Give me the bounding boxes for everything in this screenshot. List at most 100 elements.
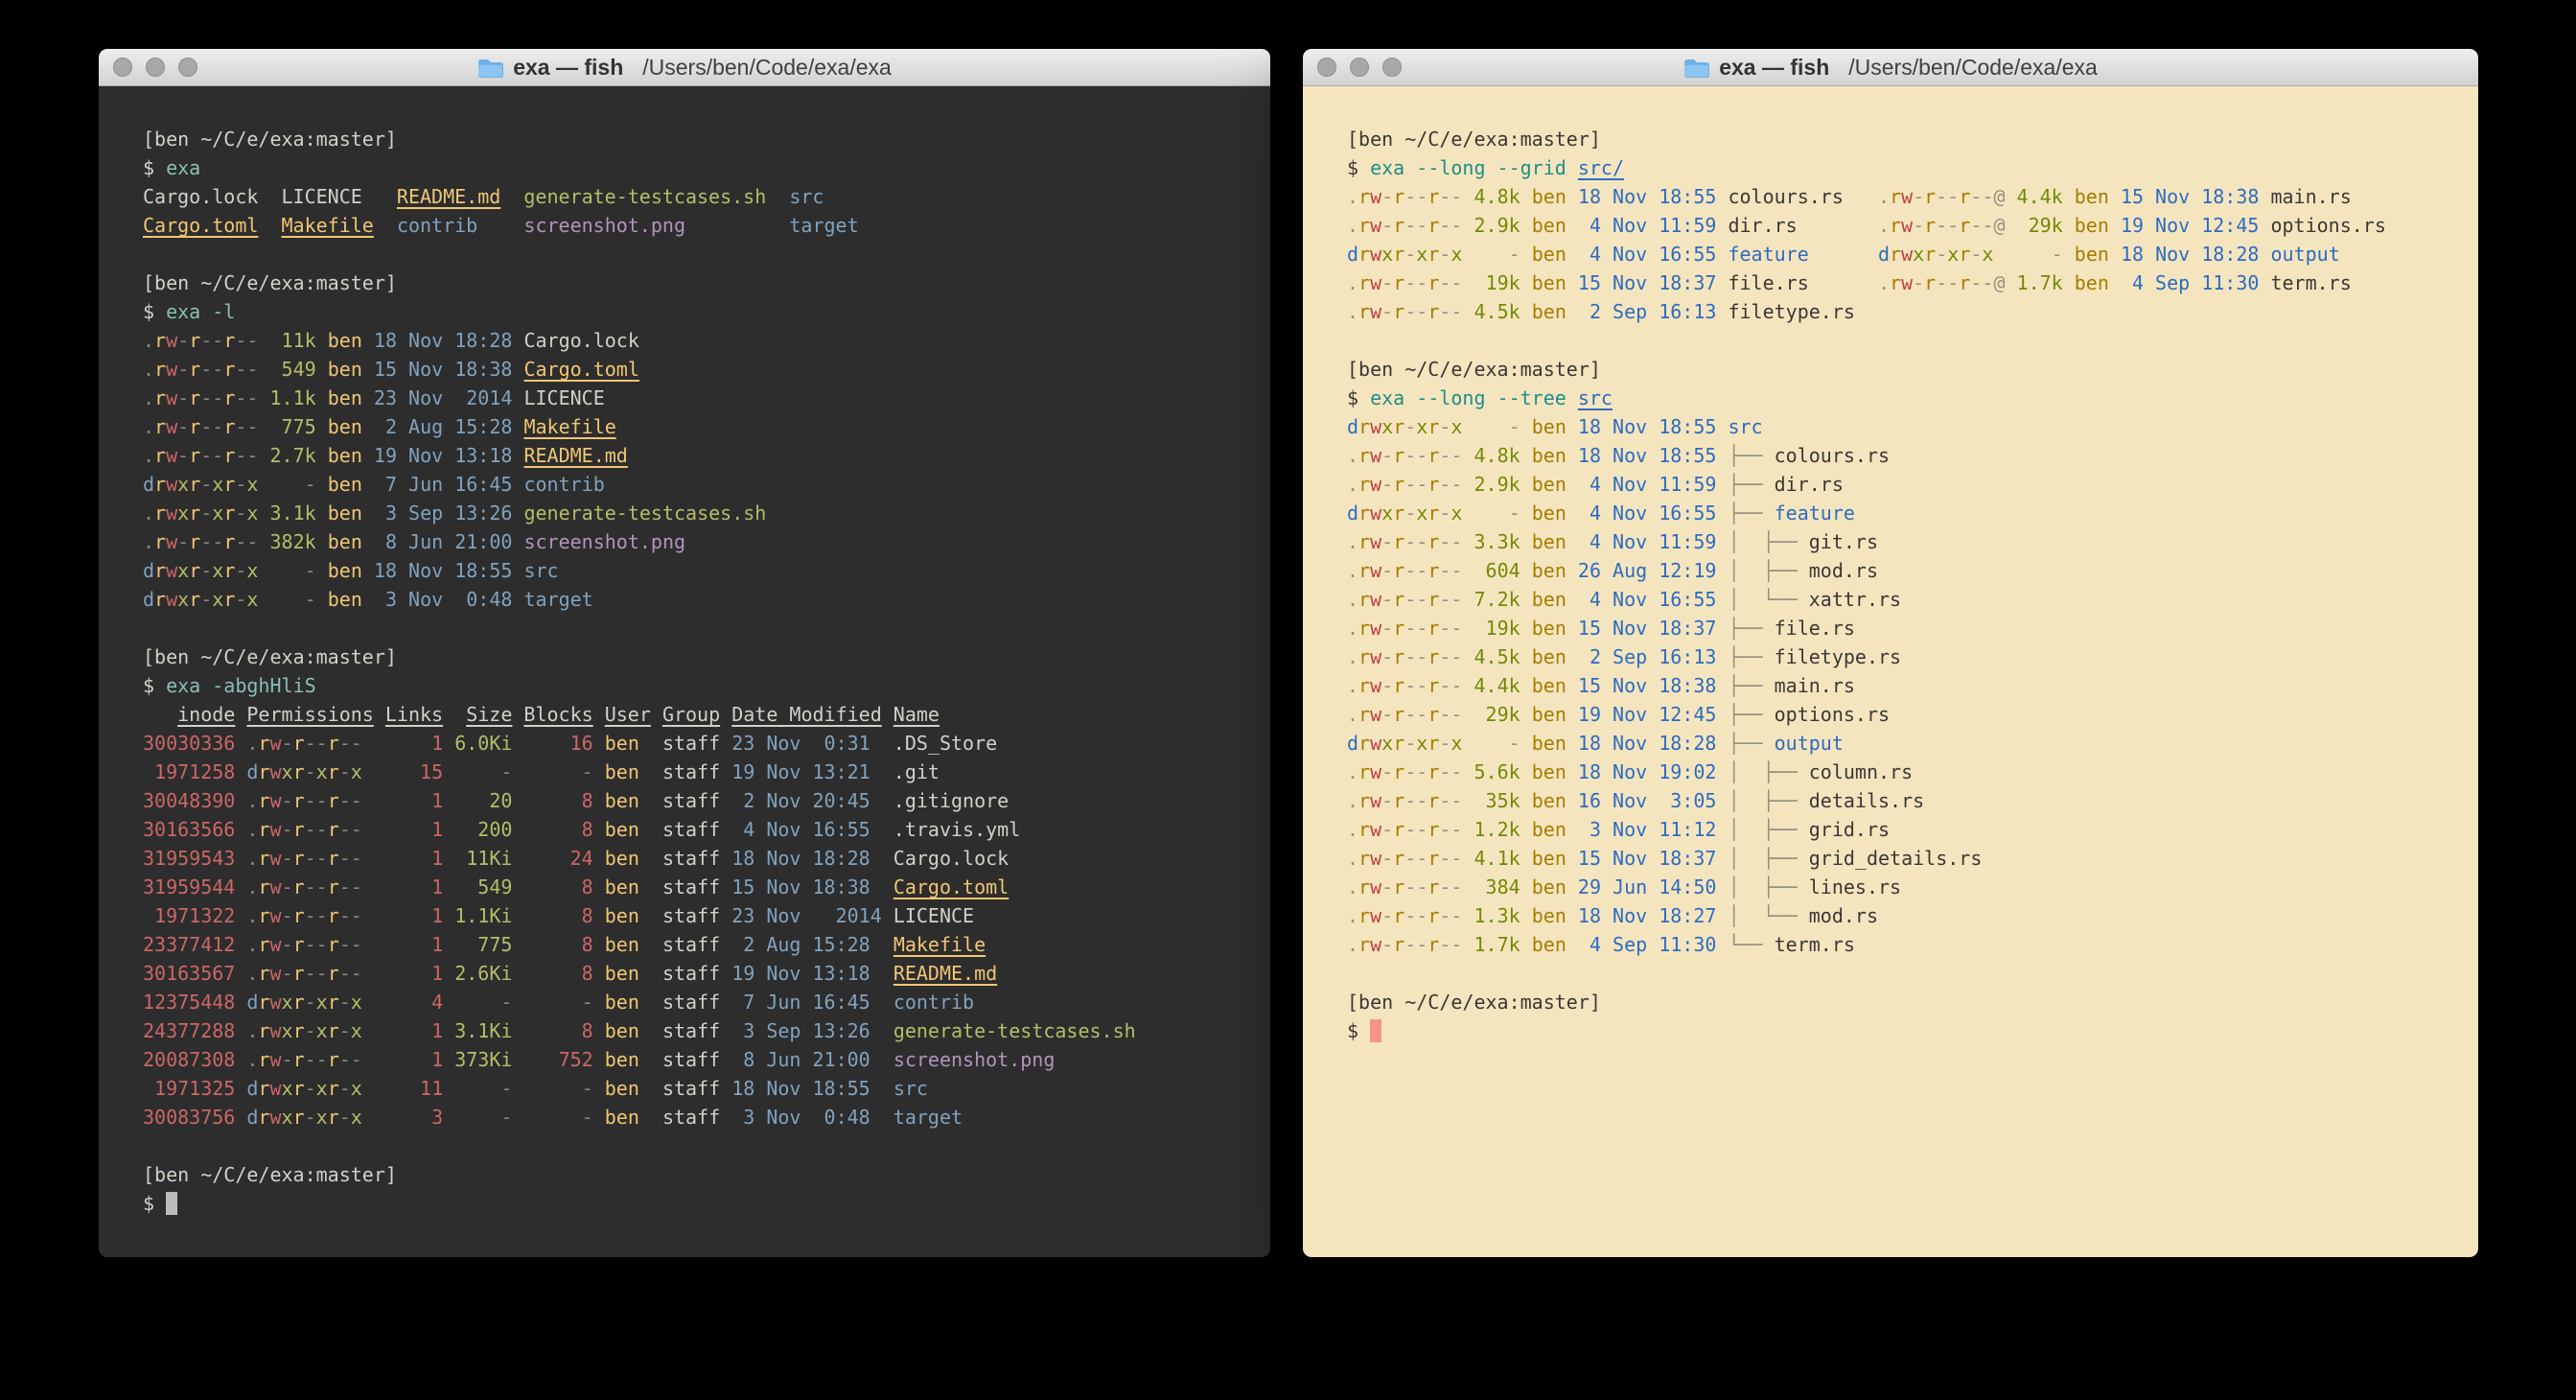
zoom-button[interactable] [1382,58,1402,77]
terminal-text-segment: 1.2k [1474,818,1520,841]
terminal-text-segment [235,991,246,1014]
permission-char: w [269,1019,281,1042]
permission-char: w [1370,760,1381,783]
permission-char: - [1381,444,1393,467]
terminal-text-segment: ├── [1728,674,1774,697]
permission-char: - [1450,559,1462,582]
terminal-text-segment: Cargo.toml [893,875,1009,898]
permission-char: . [246,732,258,755]
terminal-text-segment [512,847,523,870]
permission-char: r [154,588,166,611]
permission-char: w [1370,559,1381,582]
permission-char: - [1450,847,1462,870]
permission-char: w [1901,243,1913,266]
permission-char: - [1439,444,1450,467]
terminal-text-segment: ben [605,760,639,783]
terminal-text-segment: ben [605,1019,639,1042]
permission-char: w [166,559,177,582]
permission-char: d [143,559,154,582]
terminal-text-segment: ben [605,875,639,898]
permission-char: . [1347,875,1358,898]
terminal-text-segment [512,559,523,582]
terminal-text-segment: Cargo.lock [512,329,638,352]
permission-char: w [269,904,281,927]
permission-char: - [351,732,362,755]
permission-char: - [351,904,362,927]
permission-char: w [1901,185,1913,208]
terminal-text-segment: 4.5k [1474,300,1520,323]
permission-char: - [235,559,246,582]
permission-char: - [1913,214,1924,237]
permission-char: - [316,1048,328,1071]
terminal-text-segment: 24 [523,847,592,870]
terminal-text-segment: ben [605,933,639,956]
permission-char: w [1370,617,1381,640]
terminal-text-segment: 1 [385,1019,443,1042]
permission-char: r [1890,243,1901,266]
terminal-text-segment: 4 Sep 11:30 [2121,271,2260,294]
terminal-text-segment: User [605,703,651,726]
terminal-text-segment: 19 Nov 13:21 [731,760,870,783]
permission-char: - [235,473,246,496]
close-button[interactable] [1317,58,1336,77]
terminal-line: $ [143,1189,1270,1218]
terminal-text-segment [512,415,523,438]
terminal-text-segment: Cargo.toml [523,358,638,381]
permission-char: - [1439,185,1450,208]
terminal-text-segment: 26 Aug 12:19 [1578,559,1717,582]
permission-char: . [1347,473,1358,496]
permission-char: r [154,444,166,467]
permission-char: - [305,904,316,927]
terminal-text-segment [1566,904,1578,927]
titlebar-right[interactable]: exa — fish /Users/ben/Code/exa/exa [1303,49,2478,86]
close-button[interactable] [113,58,132,77]
minimize-button[interactable] [146,58,165,77]
permission-char: - [351,933,362,956]
terminal-screen-right[interactable]: [ben ~/C/e/exa:master]$ exa --long --gri… [1303,86,2478,1257]
terminal-line: .rw-r--r-- 2.7k ben 19 Nov 13:18 README.… [143,441,1270,470]
titlebar-left[interactable]: exa — fish /Users/ben/Code/exa/exa [99,49,1270,86]
terminal-text-segment: - [1474,502,1520,525]
terminal-text-segment [443,847,454,870]
terminal-text-segment [443,991,454,1014]
permission-char: . [143,530,154,553]
window-title: exa — fish /Users/ben/Code/exa/exa [1683,55,2098,81]
terminal-text-segment: ├── [1728,645,1774,668]
terminal-screen-left[interactable]: [ben ~/C/e/exa:master]$ exaCargo.lock LI… [99,86,1270,1257]
terminal-text-segment: feature [1775,502,1855,525]
permission-char: r [293,875,305,898]
terminal-text-segment: │ └── [1728,904,1808,927]
permission-char: - [1439,732,1450,755]
terminal-text-segment [443,904,454,927]
terminal-text-segment: 35k [1474,789,1520,812]
terminal-text-segment: $ [143,1192,166,1215]
terminal-text-segment: grid_details.rs [1809,847,1983,870]
terminal-text-segment: 30163567 [143,962,235,985]
zoom-button[interactable] [178,58,197,77]
permission-char: - [1439,933,1450,956]
terminal-line: .rw-r--r-- 4.5k ben 2 Sep 16:13 ├── file… [1347,642,2478,671]
permission-char: . [1347,645,1358,668]
permission-char: - [339,1106,351,1129]
permission-char: d [246,1077,258,1100]
terminal-line: 30163567 .rw-r--r-- 1 2.6Ki 8 ben staff … [143,959,1270,988]
terminal-text-segment [2063,185,2075,208]
permission-char: - [351,789,362,812]
permission-char: . [1347,559,1358,582]
permission-char: - [1404,674,1416,697]
terminal-text-segment [512,444,523,467]
permission-char: r [1959,271,1970,294]
terminal-text-segment [316,386,328,409]
terminal-text-segment [1716,904,1728,927]
permission-char: - [200,502,212,525]
permission-char: - [339,789,351,812]
terminal-text-segment [512,818,523,841]
permission-char: @ [1993,271,2005,294]
terminal-text-segment: 1 [385,962,443,985]
permission-char: r [189,358,200,381]
terminal-text-segment [593,760,605,783]
minimize-button[interactable] [1350,58,1369,77]
permission-char: r [1890,185,1901,208]
permission-char: - [177,415,189,438]
permission-char: r [1427,818,1439,841]
